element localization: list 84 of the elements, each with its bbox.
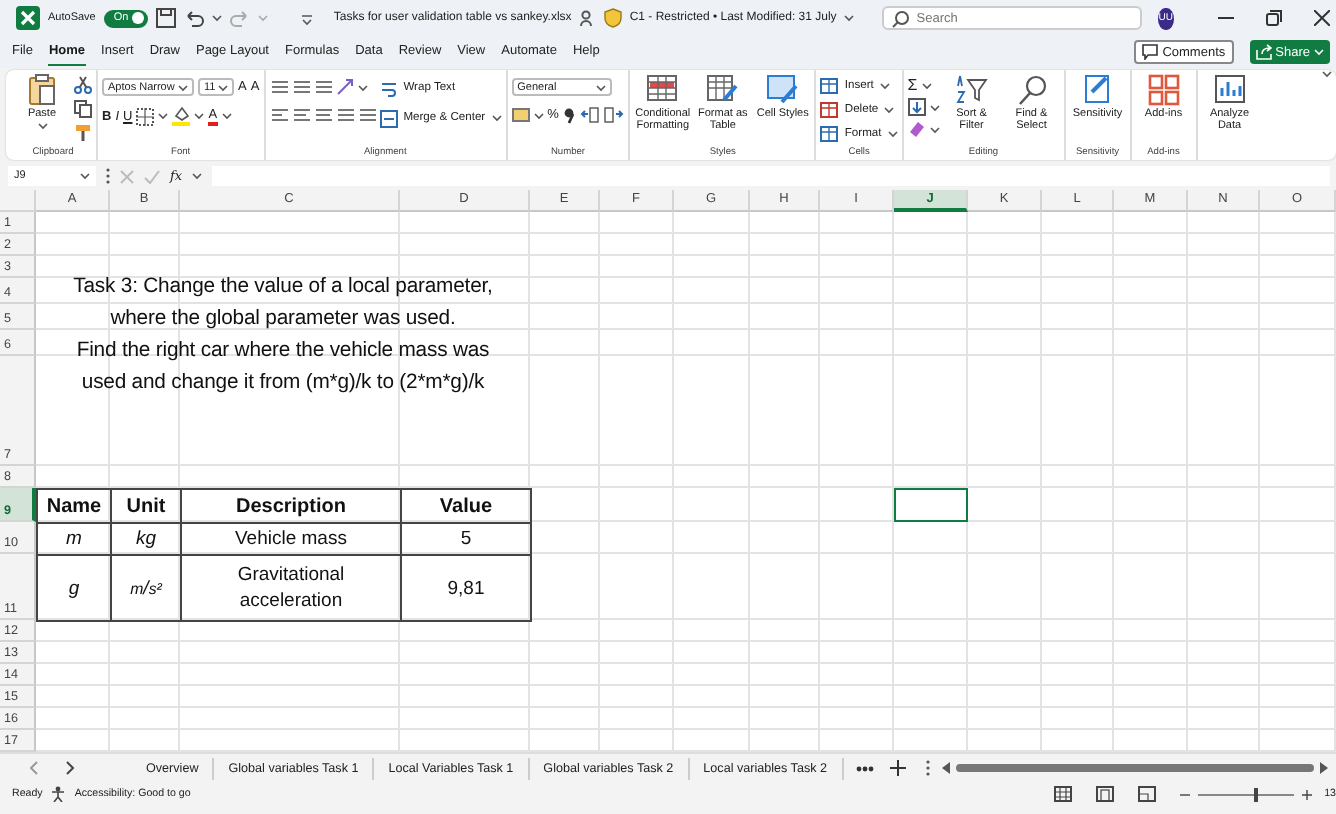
table-cell: 9,81 [400, 554, 532, 622]
horizontal-scrollbar[interactable] [941, 760, 1328, 776]
caret-icon[interactable] [1322, 70, 1332, 78]
caret-icon[interactable] [357, 83, 368, 91]
wrap-icon [379, 79, 398, 97]
task-text: Task 3: Change the value of a local parameter, where the global parameter was used. Find the right car where the vehicle mass was used and change it from (m*g)/k to (2*m*g)/k [71, 274, 495, 398]
scroll-left-icon[interactable] [941, 762, 950, 774]
spreadsheet-logo-icon [16, 6, 40, 30]
caret-icon[interactable] [218, 83, 228, 91]
add-sheet-icon[interactable] [889, 760, 906, 776]
table-icon [820, 126, 839, 142]
sort-filter-icon [955, 74, 988, 106]
copy-icon[interactable] [74, 100, 92, 118]
caret-icon[interactable] [533, 111, 544, 119]
caret-icon[interactable] [491, 114, 502, 122]
comma-style-icon[interactable] [562, 106, 577, 124]
caret-icon[interactable] [921, 81, 932, 89]
zoom-out-icon[interactable] [1180, 789, 1191, 799]
borders-icon[interactable] [136, 107, 155, 125]
table-cell: g [36, 554, 112, 622]
restore-icon[interactable] [1265, 10, 1282, 26]
next-sheet-icon[interactable] [64, 760, 76, 776]
indent-decrease-icon[interactable] [335, 106, 354, 124]
column-heading: Value [400, 488, 532, 524]
brush-icon[interactable] [74, 124, 92, 142]
caret-icon[interactable] [192, 172, 203, 180]
more-icon[interactable] [925, 760, 930, 776]
magnifier-icon [1015, 74, 1048, 106]
person-icon[interactable] [579, 10, 596, 26]
decrease-decimal-icon[interactable] [604, 106, 625, 124]
table-icon [820, 102, 839, 118]
page-break-icon[interactable] [1138, 786, 1157, 802]
caret-icon[interactable] [884, 106, 895, 114]
align-right-icon[interactable] [313, 106, 332, 124]
caret-icon[interactable] [221, 112, 232, 120]
accessibility-icon [50, 786, 67, 802]
previous-sheet-icon[interactable] [28, 760, 40, 776]
cell-brush-icon [766, 74, 799, 106]
column-heading: Name [36, 488, 112, 524]
share-icon [1255, 44, 1272, 60]
more-sheets-icon[interactable] [855, 765, 874, 771]
save-icon[interactable] [155, 8, 176, 28]
align-middle-icon[interactable] [291, 78, 310, 96]
page-layout-icon[interactable] [1096, 786, 1115, 802]
comment-icon [1142, 44, 1159, 60]
caret-icon[interactable] [194, 112, 205, 120]
caret-icon[interactable] [879, 82, 890, 90]
caret-icon[interactable] [211, 14, 222, 22]
grid-icon [1147, 74, 1180, 106]
merge-icon [379, 109, 398, 127]
scrollbar-thumb[interactable] [955, 764, 1314, 772]
align-top-icon[interactable] [269, 78, 288, 96]
caret-icon[interactable] [595, 83, 606, 91]
table-icon [820, 78, 839, 94]
caret-icon[interactable] [887, 130, 898, 138]
selected-cell[interactable] [894, 488, 968, 522]
customize-icon[interactable] [299, 11, 314, 25]
align-bottom-icon[interactable] [313, 78, 332, 96]
orientation-icon[interactable] [335, 78, 354, 96]
normal-view-icon[interactable] [1054, 786, 1073, 802]
slider-thumb[interactable] [1253, 787, 1258, 801]
caret-icon[interactable] [929, 125, 940, 133]
shield-icon[interactable] [603, 8, 622, 28]
caret-icon[interactable] [929, 103, 940, 111]
increase-decimal-icon[interactable] [580, 106, 601, 124]
indent-increase-icon[interactable] [357, 106, 376, 124]
caret-icon[interactable] [158, 112, 169, 120]
caret-icon[interactable] [37, 122, 47, 131]
caret-icon[interactable] [178, 83, 188, 91]
fill-down-icon[interactable] [907, 98, 926, 116]
close-icon[interactable] [1313, 10, 1330, 26]
zoom-in-icon[interactable] [1302, 789, 1313, 799]
undo-icon[interactable] [183, 8, 204, 28]
search-icon [892, 9, 911, 27]
caret-icon[interactable] [844, 14, 855, 22]
scissors-icon[interactable] [74, 76, 92, 94]
currency-icon[interactable] [511, 106, 530, 124]
align-left-icon[interactable] [269, 106, 288, 124]
caret-icon[interactable] [80, 172, 90, 180]
fill-color-icon[interactable] [172, 106, 191, 126]
align-center-icon[interactable] [291, 106, 310, 124]
autosum-button[interactable]: Σ [907, 76, 918, 94]
scroll-right-icon[interactable] [1320, 762, 1328, 774]
eraser-icon[interactable] [907, 120, 926, 138]
